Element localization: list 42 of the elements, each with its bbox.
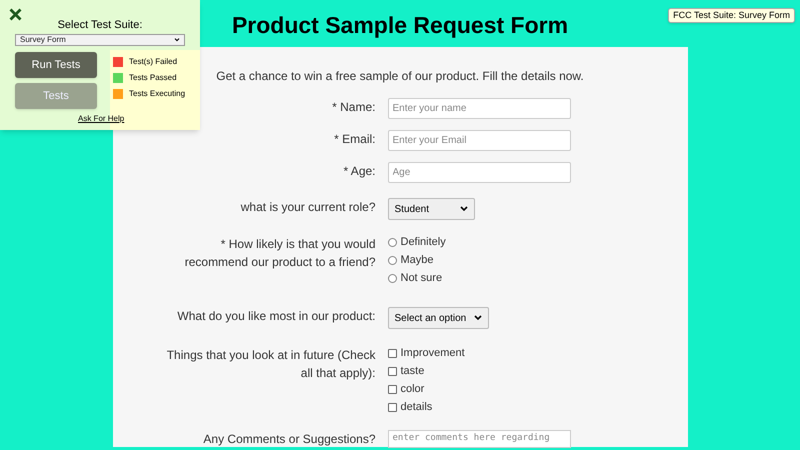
checkbox-option[interactable]: Improvement bbox=[388, 346, 465, 360]
checkbox-option[interactable]: color bbox=[388, 382, 465, 396]
field-label: * Email: bbox=[333, 131, 376, 148]
chevron-icon bbox=[460, 206, 468, 212]
chevron-icon bbox=[474, 315, 482, 321]
checkbox-option[interactable]: taste bbox=[388, 364, 465, 378]
field-label: * Age: bbox=[342, 163, 376, 180]
checkbox[interactable] bbox=[388, 348, 396, 358]
chevron-icon bbox=[174, 38, 180, 42]
checkbox-option[interactable]: details bbox=[388, 400, 465, 414]
legend-label: Tests Passed bbox=[129, 73, 177, 83]
comment-field[interactable]: enter comments here regarding bbox=[388, 430, 570, 448]
run-tests-button[interactable]: Run Tests bbox=[15, 52, 97, 78]
text-field[interactable]: Enter your Email bbox=[388, 130, 570, 151]
text-field[interactable]: Age bbox=[388, 162, 570, 183]
radio-button[interactable] bbox=[388, 256, 396, 264]
radio-option[interactable]: Maybe bbox=[388, 253, 446, 267]
field-label: * How likely is that you would recommend our product to a friend? bbox=[184, 236, 376, 271]
checkbox[interactable] bbox=[388, 402, 396, 412]
intro-text: Get a chance to win a free sample of our product. Fill the details now. bbox=[216, 68, 584, 85]
field-label: Things that you look at in future (Check all that apply): bbox=[166, 347, 376, 382]
panel-heading: Select Test Suite: bbox=[56, 18, 144, 33]
radio-option[interactable]: Not sure bbox=[388, 271, 446, 285]
suite-badge: FCC Test Suite: Survey Form bbox=[668, 8, 795, 23]
legend-label: Test(s) Failed bbox=[129, 57, 178, 67]
field-label: Any Comments or Suggestions? bbox=[202, 431, 376, 448]
field-label: What do you like most in our product: bbox=[176, 308, 376, 325]
checkbox[interactable] bbox=[388, 384, 396, 394]
help-link[interactable]: Ask For Help bbox=[78, 113, 124, 125]
checkbox[interactable] bbox=[388, 366, 396, 376]
dropdown[interactable]: Select an option bbox=[388, 307, 490, 329]
legend-label: Tests Executing bbox=[129, 89, 186, 99]
page-title: Product Sample Request Form bbox=[232, 11, 568, 39]
radio-button[interactable] bbox=[388, 238, 396, 246]
radio-option[interactable]: Definitely bbox=[388, 235, 446, 249]
radio-button[interactable] bbox=[388, 274, 396, 282]
field-label: what is your current role? bbox=[240, 199, 376, 216]
suite-dropdown[interactable]: Survey Form bbox=[15, 34, 185, 46]
text-field[interactable]: Enter your name bbox=[388, 98, 570, 119]
field-label: * Name: bbox=[331, 99, 376, 116]
dropdown[interactable]: Student bbox=[388, 198, 474, 220]
close-icon[interactable] bbox=[9, 8, 22, 21]
